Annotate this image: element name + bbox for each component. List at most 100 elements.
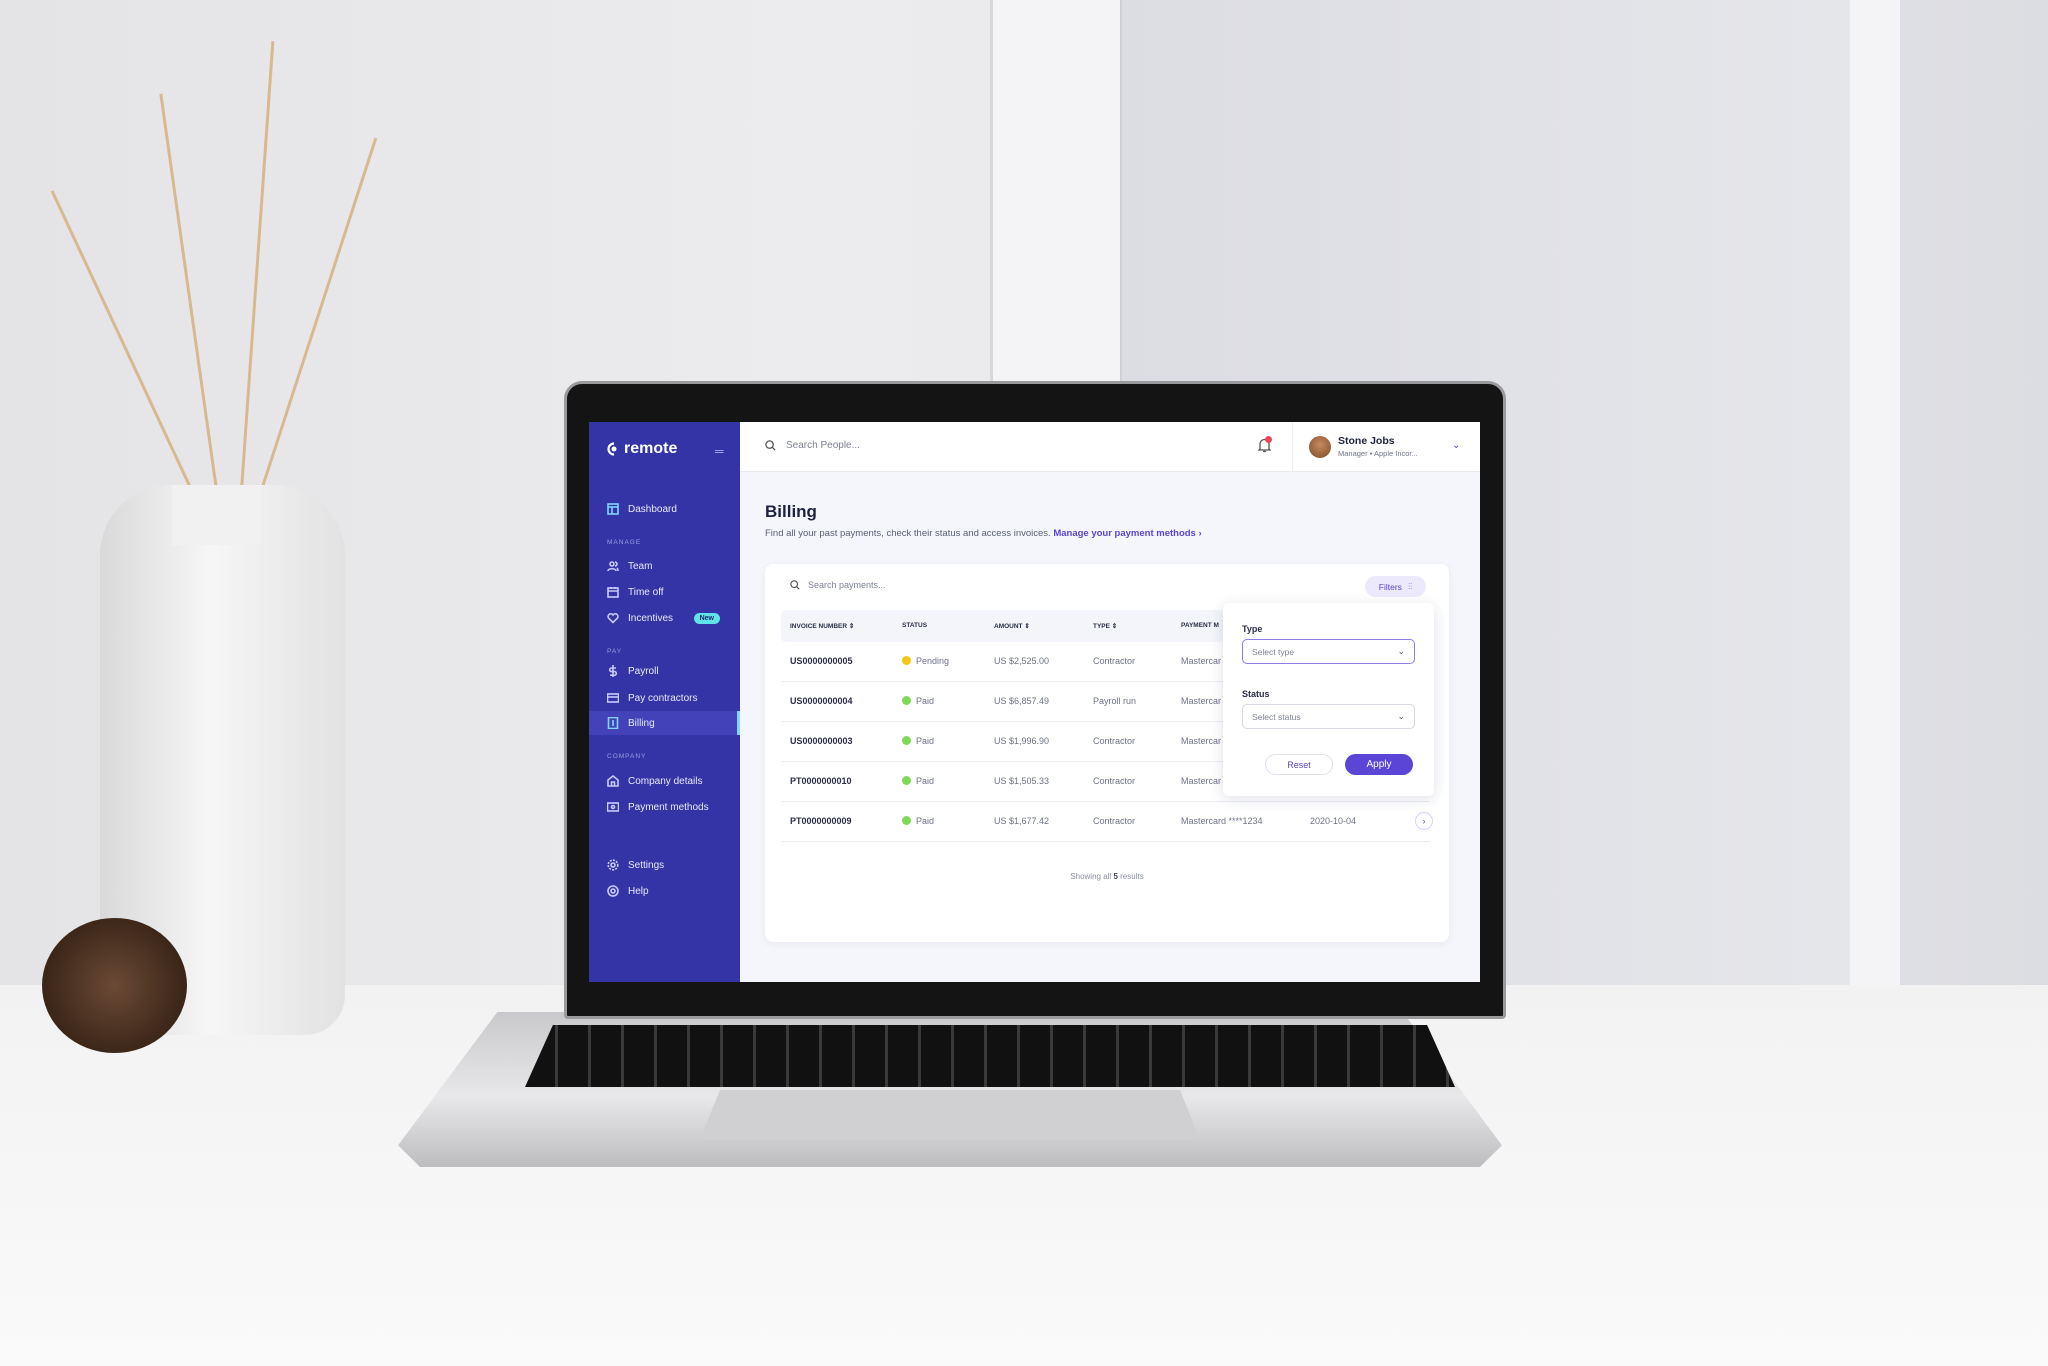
chevron-down-icon: ⌄ [1397, 711, 1405, 721]
manage-payment-methods-link[interactable]: Manage your payment methods › [1053, 528, 1201, 539]
credit-card-icon [607, 693, 619, 703]
user-name[interactable]: Stone Jobs [1338, 435, 1395, 447]
sidebar-item-label: Company details [628, 775, 703, 787]
sidebar-item-payment-methods[interactable]: Payment methods [589, 795, 740, 819]
search-placeholder: Search payments... [808, 580, 886, 590]
type: Payroll run [1093, 696, 1137, 706]
divider [1292, 422, 1293, 472]
column-header-amount[interactable]: AMOUNT ⇕ [994, 622, 1030, 630]
type: Contractor [1093, 656, 1136, 666]
results-count: Showing all 5 results [765, 872, 1449, 881]
payments-card: Search payments... Filters ⫶⫶ INVOICE NUM… [765, 564, 1449, 942]
user-role: Manager • Apple Incor... [1338, 449, 1418, 458]
status-text: Pending [916, 656, 950, 666]
invoice-number[interactable]: US0000000003 [790, 736, 853, 746]
payments-search-input[interactable]: Search payments... [790, 580, 886, 590]
type: Contractor [1093, 776, 1136, 786]
invoice-number[interactable]: US0000000004 [790, 696, 853, 706]
section-label-manage: MANAGE [607, 539, 642, 546]
sidebar-item-team[interactable]: Team [589, 554, 740, 578]
sidebar-item-time-off[interactable]: Time off [589, 580, 740, 604]
people-search-input[interactable]: Search People... [765, 440, 860, 451]
sidebar-item-label: Billing [628, 717, 655, 729]
showing-count: 5 [1113, 872, 1118, 881]
chevron-right-icon[interactable]: › [1415, 812, 1433, 830]
amount: US $2,525.00 [994, 656, 1050, 666]
column-header-invoice[interactable]: INVOICE NUMBER ⇕ [790, 622, 854, 630]
type-placeholder: Select type [1252, 647, 1295, 657]
team-icon [607, 561, 619, 572]
avatar[interactable] [1309, 436, 1331, 458]
type: Contractor [1093, 816, 1136, 826]
amount: US $1,996.90 [994, 736, 1050, 746]
status-badge: Paid [902, 816, 934, 826]
status-badge: Paid [902, 696, 934, 706]
filter-popover: Type Select type ⌄ Status Select status ⌄ … [1223, 603, 1434, 796]
dollar-icon [608, 665, 618, 677]
status-badge: Paid [902, 776, 934, 786]
logo[interactable]: remote [607, 440, 677, 458]
app-screen: remote ═ Dashboard MANAGE Team Time off … [589, 422, 1480, 982]
payment-method: Mastercar [1181, 656, 1222, 666]
column-header-status: STATUS [902, 622, 927, 629]
sidebar-item-label: Payroll [628, 665, 659, 677]
chevron-down-icon: ⌄ [1397, 646, 1405, 656]
column-header-type[interactable]: TYPE ⇕ [1093, 622, 1117, 630]
status-text: Paid [916, 736, 935, 746]
column-header-payment-method: PAYMENT M [1181, 622, 1219, 629]
sidebar-item-label: Incentives [628, 612, 674, 624]
payment-method: Mastercar [1181, 776, 1222, 786]
table-row[interactable]: PT0000000009 Paid US $1,677.42 Contractor Ma… [781, 802, 1433, 842]
invoice-number[interactable]: US0000000005 [790, 656, 853, 666]
page-title: Billing [765, 502, 817, 521]
collapse-menu-icon[interactable]: ═ [715, 444, 724, 458]
notifications-button[interactable] [1257, 436, 1272, 458]
page-subtitle: Find all your past payments, check their… [765, 528, 1202, 539]
gear-icon [607, 859, 619, 871]
sidebar-item-label: Help [628, 885, 649, 897]
type-label: Type [1242, 624, 1263, 634]
search-icon [790, 580, 800, 590]
status-dot-icon [902, 656, 911, 665]
building-icon [607, 775, 619, 787]
dashboard-icon [607, 503, 619, 515]
sidebar-item-settings[interactable]: Settings [589, 853, 740, 877]
status-select[interactable]: Select status ⌄ [1242, 704, 1415, 729]
sidebar-item-pay-contractors[interactable]: Pay contractors [589, 686, 740, 710]
status-label: Status [1242, 689, 1270, 699]
sidebar-item-label: Time off [628, 586, 664, 598]
status-placeholder: Select status [1252, 712, 1301, 722]
filters-button[interactable]: Filters ⫶⫶ [1365, 576, 1426, 597]
section-label-company: COMPANY [607, 753, 647, 760]
notification-dot [1265, 436, 1272, 443]
sidebar-item-company-details[interactable]: Company details [589, 769, 740, 793]
sidebar-item-label: Pay contractors [628, 692, 698, 704]
status-badge: Paid [902, 736, 934, 746]
sidebar-item-help[interactable]: Help [589, 879, 740, 903]
date: 2020-10-04 [1310, 816, 1357, 826]
status-dot-icon [902, 736, 911, 745]
invoice-number[interactable]: PT0000000010 [790, 776, 852, 786]
logo-text: remote [624, 440, 678, 457]
apply-button[interactable]: Apply [1345, 754, 1413, 775]
status-text: Paid [916, 776, 935, 786]
header-label: STATUS [902, 622, 928, 629]
sidebar-item-label: Team [628, 560, 653, 572]
help-lifebuoy-icon [607, 885, 619, 897]
sidebar-item-dashboard[interactable]: Dashboard [589, 497, 740, 521]
status-dot-icon [902, 816, 911, 825]
reset-button[interactable]: Reset [1265, 754, 1333, 775]
remote-logo-icon [607, 442, 620, 456]
sidebar: remote ═ Dashboard MANAGE Team Time off … [589, 422, 740, 982]
search-icon [765, 440, 776, 451]
type-select[interactable]: Select type ⌄ [1242, 639, 1415, 664]
header-label: PAYMENT M [1181, 622, 1219, 629]
invoice-number[interactable]: PT0000000009 [790, 816, 852, 826]
status-dot-icon [902, 776, 911, 785]
sidebar-item-label: Payment methods [628, 801, 709, 813]
sidebar-item-incentives[interactable]: Incentives New [589, 606, 740, 630]
laptop-trackpad [700, 1090, 1200, 1140]
sidebar-item-billing[interactable]: Billing [589, 711, 740, 735]
sidebar-item-payroll[interactable]: Payroll [589, 659, 740, 683]
chevron-down-icon[interactable]: ⌄ [1452, 440, 1460, 451]
